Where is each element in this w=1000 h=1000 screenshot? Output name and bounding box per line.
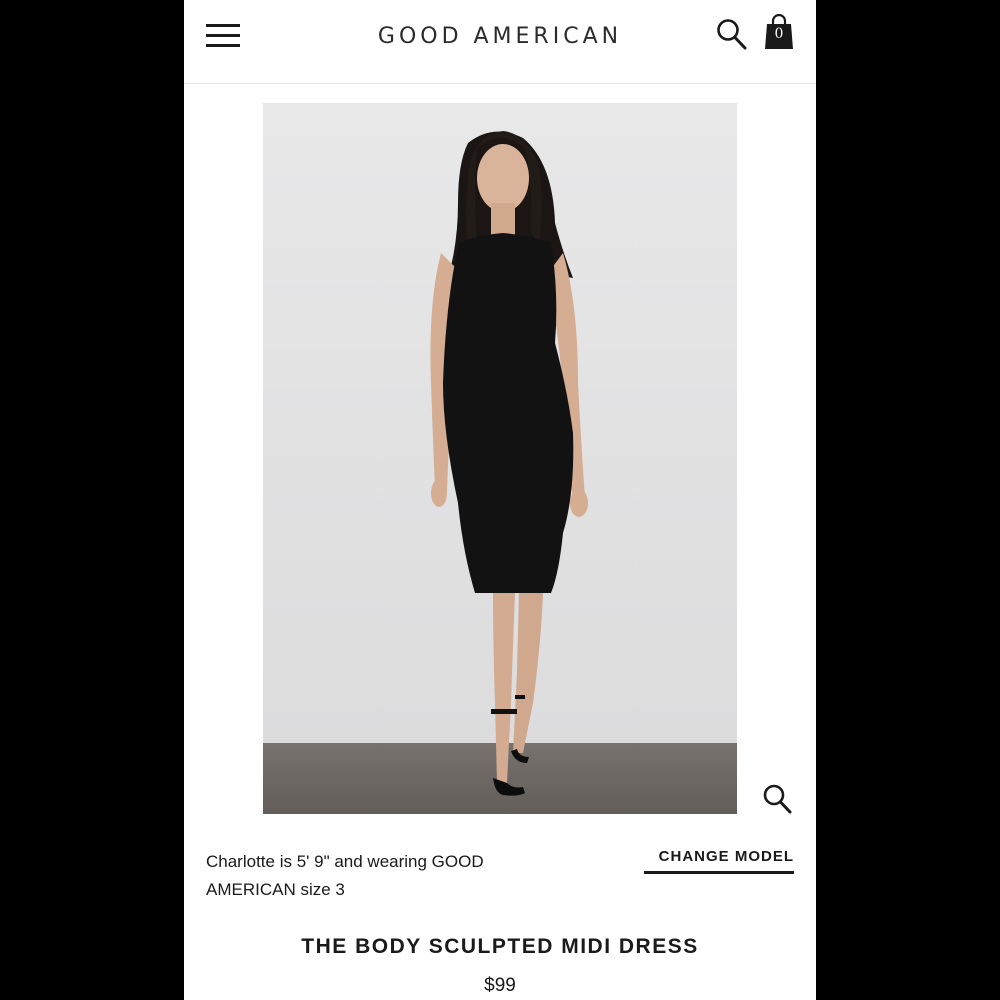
bag-count-badge: 0 xyxy=(774,26,784,42)
site-header: GOOD AMERICAN 0 xyxy=(184,0,816,84)
product-price: $99 xyxy=(484,975,516,996)
product-photo[interactable] xyxy=(263,103,737,814)
search-icon[interactable] xyxy=(716,17,748,51)
product-title: THE BODY SCULPTED MIDI DRESS xyxy=(301,935,699,958)
zoom-icon[interactable] xyxy=(762,782,794,816)
shopping-bag-icon[interactable]: 0 xyxy=(764,13,794,50)
change-model-link[interactable]: CHANGE MODEL xyxy=(644,848,794,874)
model-info-text: Charlotte is 5' 9" and wearing GOOD AMER… xyxy=(206,852,484,899)
product-page: GOOD AMERICAN 0 Charlotte is 5' 9" and w… xyxy=(184,0,816,1000)
